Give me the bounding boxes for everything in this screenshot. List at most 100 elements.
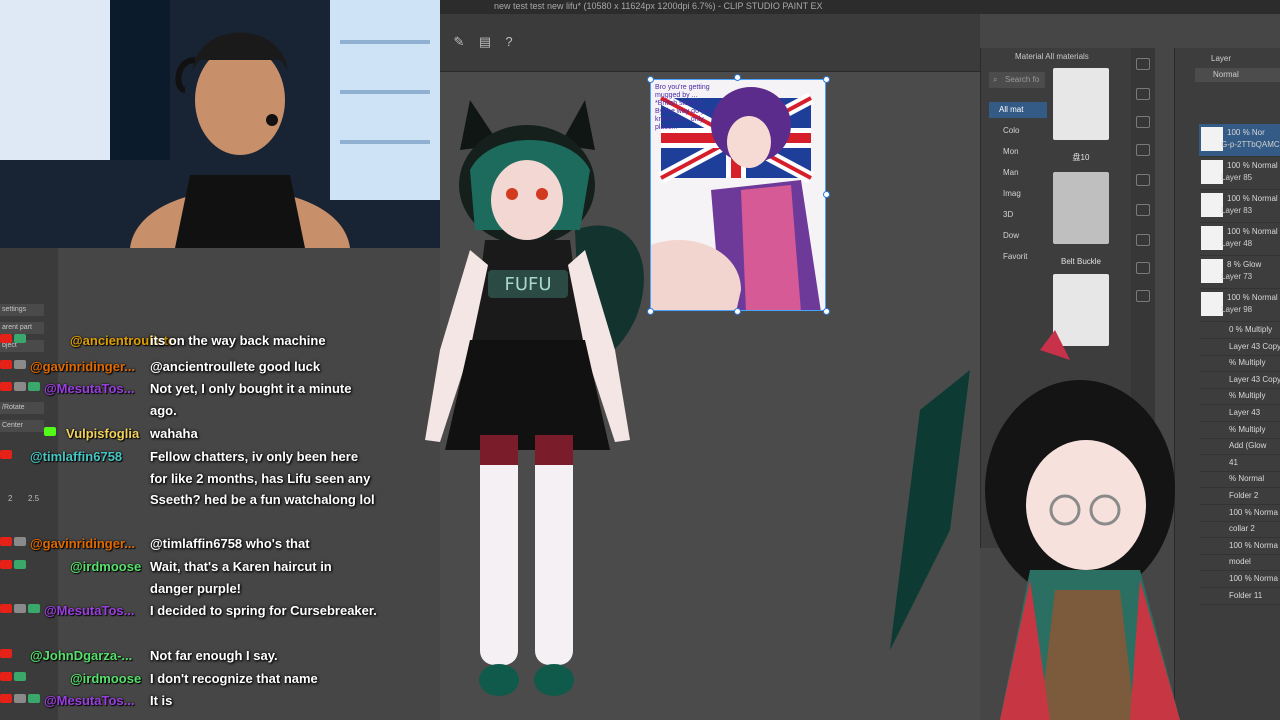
search-icon: ⌕ [993, 75, 998, 84]
layer-row[interactable]: 100 % Norma [1199, 505, 1280, 522]
chat-username[interactable]: @gavinridinger... [30, 356, 135, 377]
tree-item-mono[interactable]: Mon [1003, 147, 1019, 156]
material-thumb[interactable] [1053, 172, 1109, 244]
layer-name: Layer 48 [1221, 239, 1253, 248]
chat-text: Fellow chatters, iv only been here for l… [150, 449, 375, 507]
chat-username[interactable]: Vulpisfoglia [66, 423, 139, 444]
layer-row[interactable]: Layer 43 Copy [1199, 339, 1280, 356]
layer-mode: % Normal [1229, 474, 1265, 484]
material-thumb[interactable] [1053, 68, 1109, 140]
layer-row[interactable]: % Multiply [1199, 388, 1280, 406]
tree-item-favorite[interactable]: Favorit [1003, 252, 1027, 261]
layer-row[interactable]: % Normal [1199, 471, 1280, 489]
pen-icon[interactable]: ✎ [450, 34, 468, 50]
panel-icon[interactable] [1136, 58, 1150, 70]
layer-row[interactable]: 41 [1199, 455, 1280, 472]
layer-row[interactable]: Folder 11 [1199, 588, 1280, 605]
layer-name: Layer 73 [1221, 272, 1253, 281]
chat-username[interactable]: @MesutaTos... [44, 378, 134, 399]
layer-mode: 100 % Norma [1229, 507, 1278, 517]
layer-row[interactable]: 100 % Normal Layer 83 [1199, 190, 1280, 223]
layer-row[interactable]: 8 % Glow Layer 73 [1199, 256, 1280, 289]
transform-handle[interactable] [823, 191, 830, 198]
material-tab[interactable]: Material All materials [1015, 52, 1089, 61]
strip-field[interactable]: settings [0, 304, 44, 316]
layer-row[interactable]: 0 % Multiply [1199, 322, 1280, 339]
layer-mode: 100 % Normal [1227, 161, 1278, 170]
chat-username[interactable]: @JohnDgarza-... [30, 645, 132, 666]
chat-username[interactable]: @MesutaTos... [44, 690, 134, 711]
layer-row[interactable]: % Multiply [1199, 355, 1280, 373]
tree-item-color[interactable]: Colo [1003, 126, 1019, 135]
mod-badge-icon [28, 382, 40, 391]
layer-icon[interactable]: ▤ [476, 34, 494, 50]
chat-username[interactable]: @gavinridinger... [30, 533, 135, 554]
layer-mode: 100 % Nor [1227, 128, 1265, 137]
chat-username[interactable]: @MesutaTos... [44, 600, 134, 621]
layer-row[interactable]: 100 % Normal Layer 48 [1199, 223, 1280, 256]
panel-icon[interactable] [1136, 174, 1150, 186]
layer-row[interactable]: Folder 2 [1199, 488, 1280, 505]
layer-row[interactable]: 100 % Norma [1199, 571, 1280, 588]
chat-text: @timlaffin6758 who's that [150, 536, 310, 551]
panel-icon[interactable] [1136, 290, 1150, 302]
chat-text: It is [150, 693, 173, 708]
yt-badge-icon [0, 649, 12, 658]
layer-mode: % Multiply [1229, 391, 1266, 401]
chat-username[interactable]: @timlaffin6758 [30, 446, 122, 467]
transform-handle[interactable] [823, 76, 830, 83]
layer-mode: Add (Glow [1229, 441, 1267, 451]
layer-thumbnail [1201, 292, 1223, 316]
transform-handle[interactable] [647, 76, 654, 83]
transform-handle[interactable] [734, 74, 741, 81]
tree-item-manga[interactable]: Man [1003, 168, 1019, 177]
material-search[interactable]: ⌕ Search fo [989, 72, 1045, 88]
tree-item-3d[interactable]: 3D [1003, 210, 1013, 219]
webcam-feed [0, 0, 440, 248]
layer-row[interactable]: model [1199, 554, 1280, 572]
layer-row[interactable]: % Multiply [1199, 422, 1280, 439]
svg-text:FUFU: FUFU [504, 274, 551, 295]
panel-icon[interactable] [1136, 234, 1150, 246]
panel-icon[interactable] [1136, 204, 1150, 216]
panel-icon[interactable] [1136, 88, 1150, 100]
layer-mode: Folder 11 [1229, 590, 1263, 600]
blend-mode-select[interactable]: Normal [1195, 68, 1280, 82]
yt-badge-icon [0, 334, 12, 343]
transform-handle[interactable] [734, 308, 741, 315]
layer-row[interactable]: 100 % Normal Layer 98 [1199, 289, 1280, 322]
yt-badge-icon [0, 604, 12, 613]
transform-handle[interactable] [647, 308, 654, 315]
tree-item-all[interactable]: All mat [989, 102, 1047, 118]
layer-mode: 41 [1229, 457, 1238, 467]
chat-badges [0, 604, 44, 616]
tree-item-download[interactable]: Dow [1003, 231, 1019, 240]
layer-tab[interactable]: Layer [1211, 54, 1231, 63]
transform-handle[interactable] [823, 308, 830, 315]
help-icon[interactable]: ? [500, 34, 518, 50]
yt-badge-icon [0, 382, 12, 391]
layer-row[interactable]: Layer 43 [1199, 405, 1280, 422]
panel-icon[interactable] [1136, 116, 1150, 128]
chat-text: I decided to spring for Cursebreaker. [150, 603, 377, 618]
sub-badge-icon [14, 360, 26, 369]
layer-row[interactable]: collar 2 [1199, 521, 1280, 539]
layer-row[interactable]: Add (Glow [1199, 438, 1280, 456]
chat-username[interactable]: @irdmoose [70, 556, 141, 577]
layer-row[interactable]: Layer 43 Copy [1199, 372, 1280, 389]
tree-item-image[interactable]: Imag [1003, 189, 1021, 198]
panel-icon[interactable] [1136, 144, 1150, 156]
vtuber-avatar [890, 330, 1180, 720]
mod-badge-icon [14, 560, 26, 569]
layer-mode: Layer 43 Copy [1229, 341, 1280, 351]
layer-row[interactable]: 100 % Normal Layer 85 [1199, 157, 1280, 190]
layer-mode: collar 2 [1229, 524, 1255, 534]
chat-text: Not yet, I only bought it a minute ago. [150, 381, 352, 418]
panel-icon[interactable] [1136, 262, 1150, 274]
chat-username[interactable]: @irdmoose [70, 668, 141, 689]
layer-mode: % Multiply [1229, 424, 1266, 434]
reference-image[interactable]: Bro you're getting mugged by ... *Britis… [650, 79, 826, 311]
layer-mode: 100 % Norma [1229, 574, 1278, 583]
layer-row[interactable]: 100 % Nor G-p-2TTbQAMC [1199, 124, 1280, 157]
layer-row[interactable]: 100 % Norma [1199, 538, 1280, 555]
